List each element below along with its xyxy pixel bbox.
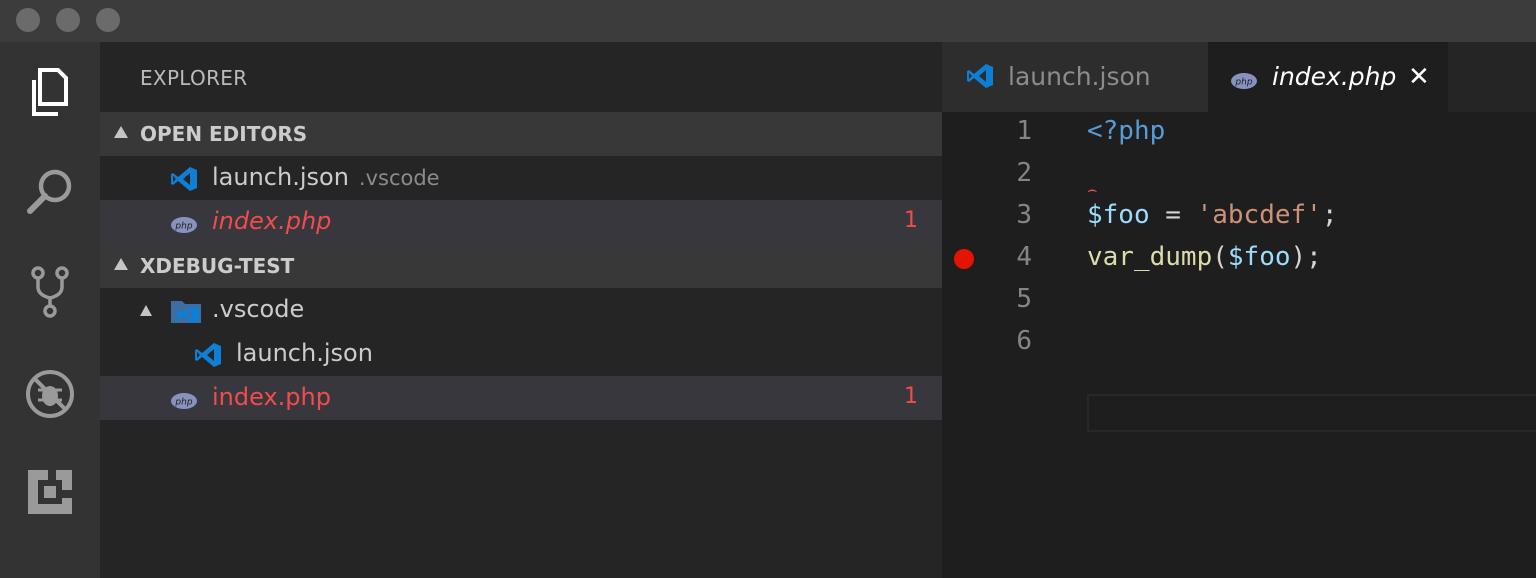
open-editor-item-index-php[interactable]: php index.php 1 — [100, 200, 942, 244]
php-icon: php — [1230, 67, 1258, 96]
code-line: 6 — [942, 322, 1536, 364]
minimize-window-button[interactable] — [56, 8, 80, 32]
svg-text:php: php — [174, 222, 192, 232]
code-line: 1 <?php — [942, 112, 1536, 154]
code-line: 3 $foo = 'abcdef'; — [942, 196, 1536, 238]
tab-label: index.php — [1272, 62, 1397, 91]
source-control-icon[interactable] — [22, 264, 78, 320]
title-bar — [0, 0, 1536, 42]
collapse-triangle-icon — [114, 126, 128, 138]
function-token: var_dump — [1087, 242, 1213, 272]
open-editor-item-launch-json[interactable]: launch.json .vscode — [100, 156, 942, 200]
file-path-description: .vscode — [358, 166, 440, 190]
tree-file-launch-json[interactable]: launch.json — [100, 332, 942, 376]
svg-text:php: php — [174, 398, 192, 408]
project-section-header[interactable]: XDEBUG-TEST — [100, 244, 942, 288]
folder-expanded-triangle-icon — [140, 305, 152, 316]
file-name: launch.json — [212, 163, 349, 191]
file-name: index.php — [212, 207, 332, 235]
vscode-icon — [170, 165, 198, 199]
open-editors-heading: OPEN EDITORS — [140, 122, 308, 146]
punctuation-token: ); — [1290, 242, 1322, 272]
string-token: 'abcdef' — [1196, 200, 1322, 230]
code-editor[interactable]: 1 <?php 2 ⌢ 3 $foo = 'abcdef'; 4 var_dum… — [942, 112, 1536, 578]
breakpoint-icon[interactable] — [954, 249, 974, 269]
open-editors-section-header[interactable]: OPEN EDITORS — [100, 112, 942, 156]
line-number: 4 — [1016, 242, 1032, 272]
tab-label: launch.json — [1008, 62, 1151, 91]
line-number: 5 — [1016, 284, 1032, 314]
php-open-tag: <?php — [1087, 116, 1166, 146]
debug-icon[interactable] — [22, 366, 78, 422]
explorer-icon[interactable] — [22, 64, 78, 120]
editor-area: launch.json php index.php ✕ 1 <?php 2 ⌢ … — [942, 42, 1536, 578]
punctuation-token: ; — [1321, 200, 1338, 230]
vscode-icon — [194, 341, 222, 375]
punctuation-token: ( — [1212, 242, 1228, 272]
code-line: 5 — [942, 280, 1536, 322]
search-icon[interactable] — [22, 164, 78, 220]
line-number: 3 — [1016, 200, 1032, 230]
tree-file-index-php[interactable]: php index.php 1 — [100, 376, 942, 420]
current-line-highlight — [1087, 394, 1536, 432]
tab-bar: launch.json php index.php ✕ — [942, 42, 1536, 112]
close-tab-icon[interactable]: ✕ — [1408, 62, 1430, 92]
file-name: index.php — [212, 383, 331, 411]
vscode-icon — [966, 62, 994, 96]
vscode-folder-icon — [170, 297, 202, 331]
php-icon: php — [170, 388, 198, 416]
line-number: 6 — [1016, 326, 1032, 356]
code-line: 2 ⌢ — [942, 154, 1536, 199]
tree-folder-vscode[interactable]: .vscode — [100, 288, 942, 332]
line-number: 2 — [1016, 158, 1032, 188]
svg-text:php: php — [1234, 78, 1252, 88]
collapse-triangle-icon — [114, 258, 128, 270]
tab-index-php[interactable]: php index.php ✕ — [1208, 42, 1448, 112]
maximize-window-button[interactable] — [96, 8, 120, 32]
sidebar-title: EXPLORER — [140, 66, 248, 90]
close-window-button[interactable] — [16, 8, 40, 32]
problem-count-badge: 1 — [904, 208, 918, 233]
variable-token: $foo — [1087, 200, 1150, 230]
php-icon: php — [170, 212, 198, 240]
tab-launch-json[interactable]: launch.json — [942, 42, 1208, 112]
problem-count-badge: 1 — [904, 384, 918, 409]
explorer-sidebar: EXPLORER OPEN EDITORS launch.json .vscode… — [100, 42, 942, 578]
folder-name: .vscode — [212, 295, 305, 323]
project-heading: XDEBUG-TEST — [140, 254, 295, 278]
code-line: 4 var_dump($foo); — [942, 238, 1536, 280]
operator-token: = — [1149, 200, 1197, 230]
activity-bar — [0, 42, 100, 578]
line-number: 1 — [1016, 116, 1032, 146]
variable-token: $foo — [1227, 242, 1291, 272]
file-name: launch.json — [236, 339, 373, 367]
extensions-icon[interactable] — [22, 464, 78, 520]
